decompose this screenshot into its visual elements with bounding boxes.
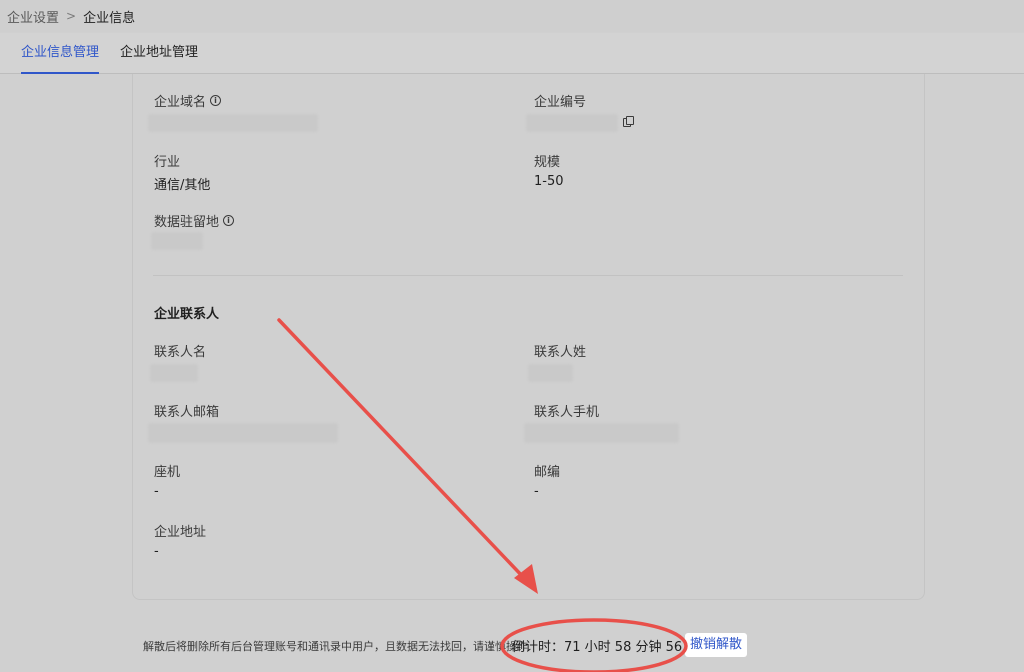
data-residency-label-text: 数据驻留地 <box>154 215 220 230</box>
dissolve-warning-note: 解散后将删除所有后台管理账号和通讯录中用户，且数据无法找回，请谨慎操作 <box>143 640 528 653</box>
landline-value: - <box>154 484 159 499</box>
contact-email-redacted <box>148 423 338 443</box>
scale-value: 1-50 <box>534 174 564 189</box>
contact-section-title: 企业联系人 <box>154 307 220 322</box>
contact-first-name-redacted <box>150 364 198 382</box>
contact-last-name-label: 联系人姓 <box>534 345 587 360</box>
contact-email-label: 联系人邮箱 <box>154 405 220 420</box>
contact-first-name-label: 联系人名 <box>154 345 207 360</box>
data-residency-redacted <box>151 232 203 250</box>
contact-last-name-redacted <box>528 364 573 382</box>
company-number-redacted <box>526 114 618 132</box>
scale-label: 规模 <box>534 155 561 170</box>
breadcrumb-current: 企业信息 <box>83 10 136 26</box>
domain-value-redacted <box>148 114 318 132</box>
copy-icon[interactable] <box>623 116 634 127</box>
breadcrumb-separator-icon: > <box>66 9 77 23</box>
info-circle-icon[interactable]: i <box>223 215 235 226</box>
info-circle-icon[interactable]: i <box>210 95 222 106</box>
company-info-card: 企业域名 i 企业编号 行业 通信/其他 规模 1-50 数据驻留地 i 企业联… <box>132 74 925 600</box>
breadcrumb: 企业设置 > 企业信息 <box>0 0 1024 32</box>
domain-label: 企业域名 i <box>154 91 222 110</box>
landline-label: 座机 <box>154 465 181 480</box>
breadcrumb-parent[interactable]: 企业设置 <box>7 7 59 26</box>
industry-label: 行业 <box>154 155 181 170</box>
company-number-label: 企业编号 <box>534 95 587 110</box>
postcode-value: - <box>534 484 539 499</box>
postcode-label: 邮编 <box>534 465 561 480</box>
tab-company-address[interactable]: 企业地址管理 <box>120 33 198 73</box>
data-residency-label: 数据驻留地 i <box>154 211 235 230</box>
tab-company-info[interactable]: 企业信息管理 <box>21 33 100 74</box>
company-address-value: - <box>154 544 159 559</box>
dissolve-countdown: 倒计时：71 小时 58 分钟 56 秒 <box>512 640 700 655</box>
contact-mobile-label: 联系人手机 <box>534 405 600 420</box>
industry-value: 通信/其他 <box>154 178 211 193</box>
undo-dissolve-button[interactable]: 撤销解散 <box>685 633 747 657</box>
section-divider <box>153 275 903 276</box>
company-address-label: 企业地址 <box>154 525 207 540</box>
contact-mobile-redacted <box>524 423 679 443</box>
domain-label-text: 企业域名 <box>154 95 207 110</box>
tab-bar: 企业信息管理 企业地址管理 <box>0 33 1024 74</box>
